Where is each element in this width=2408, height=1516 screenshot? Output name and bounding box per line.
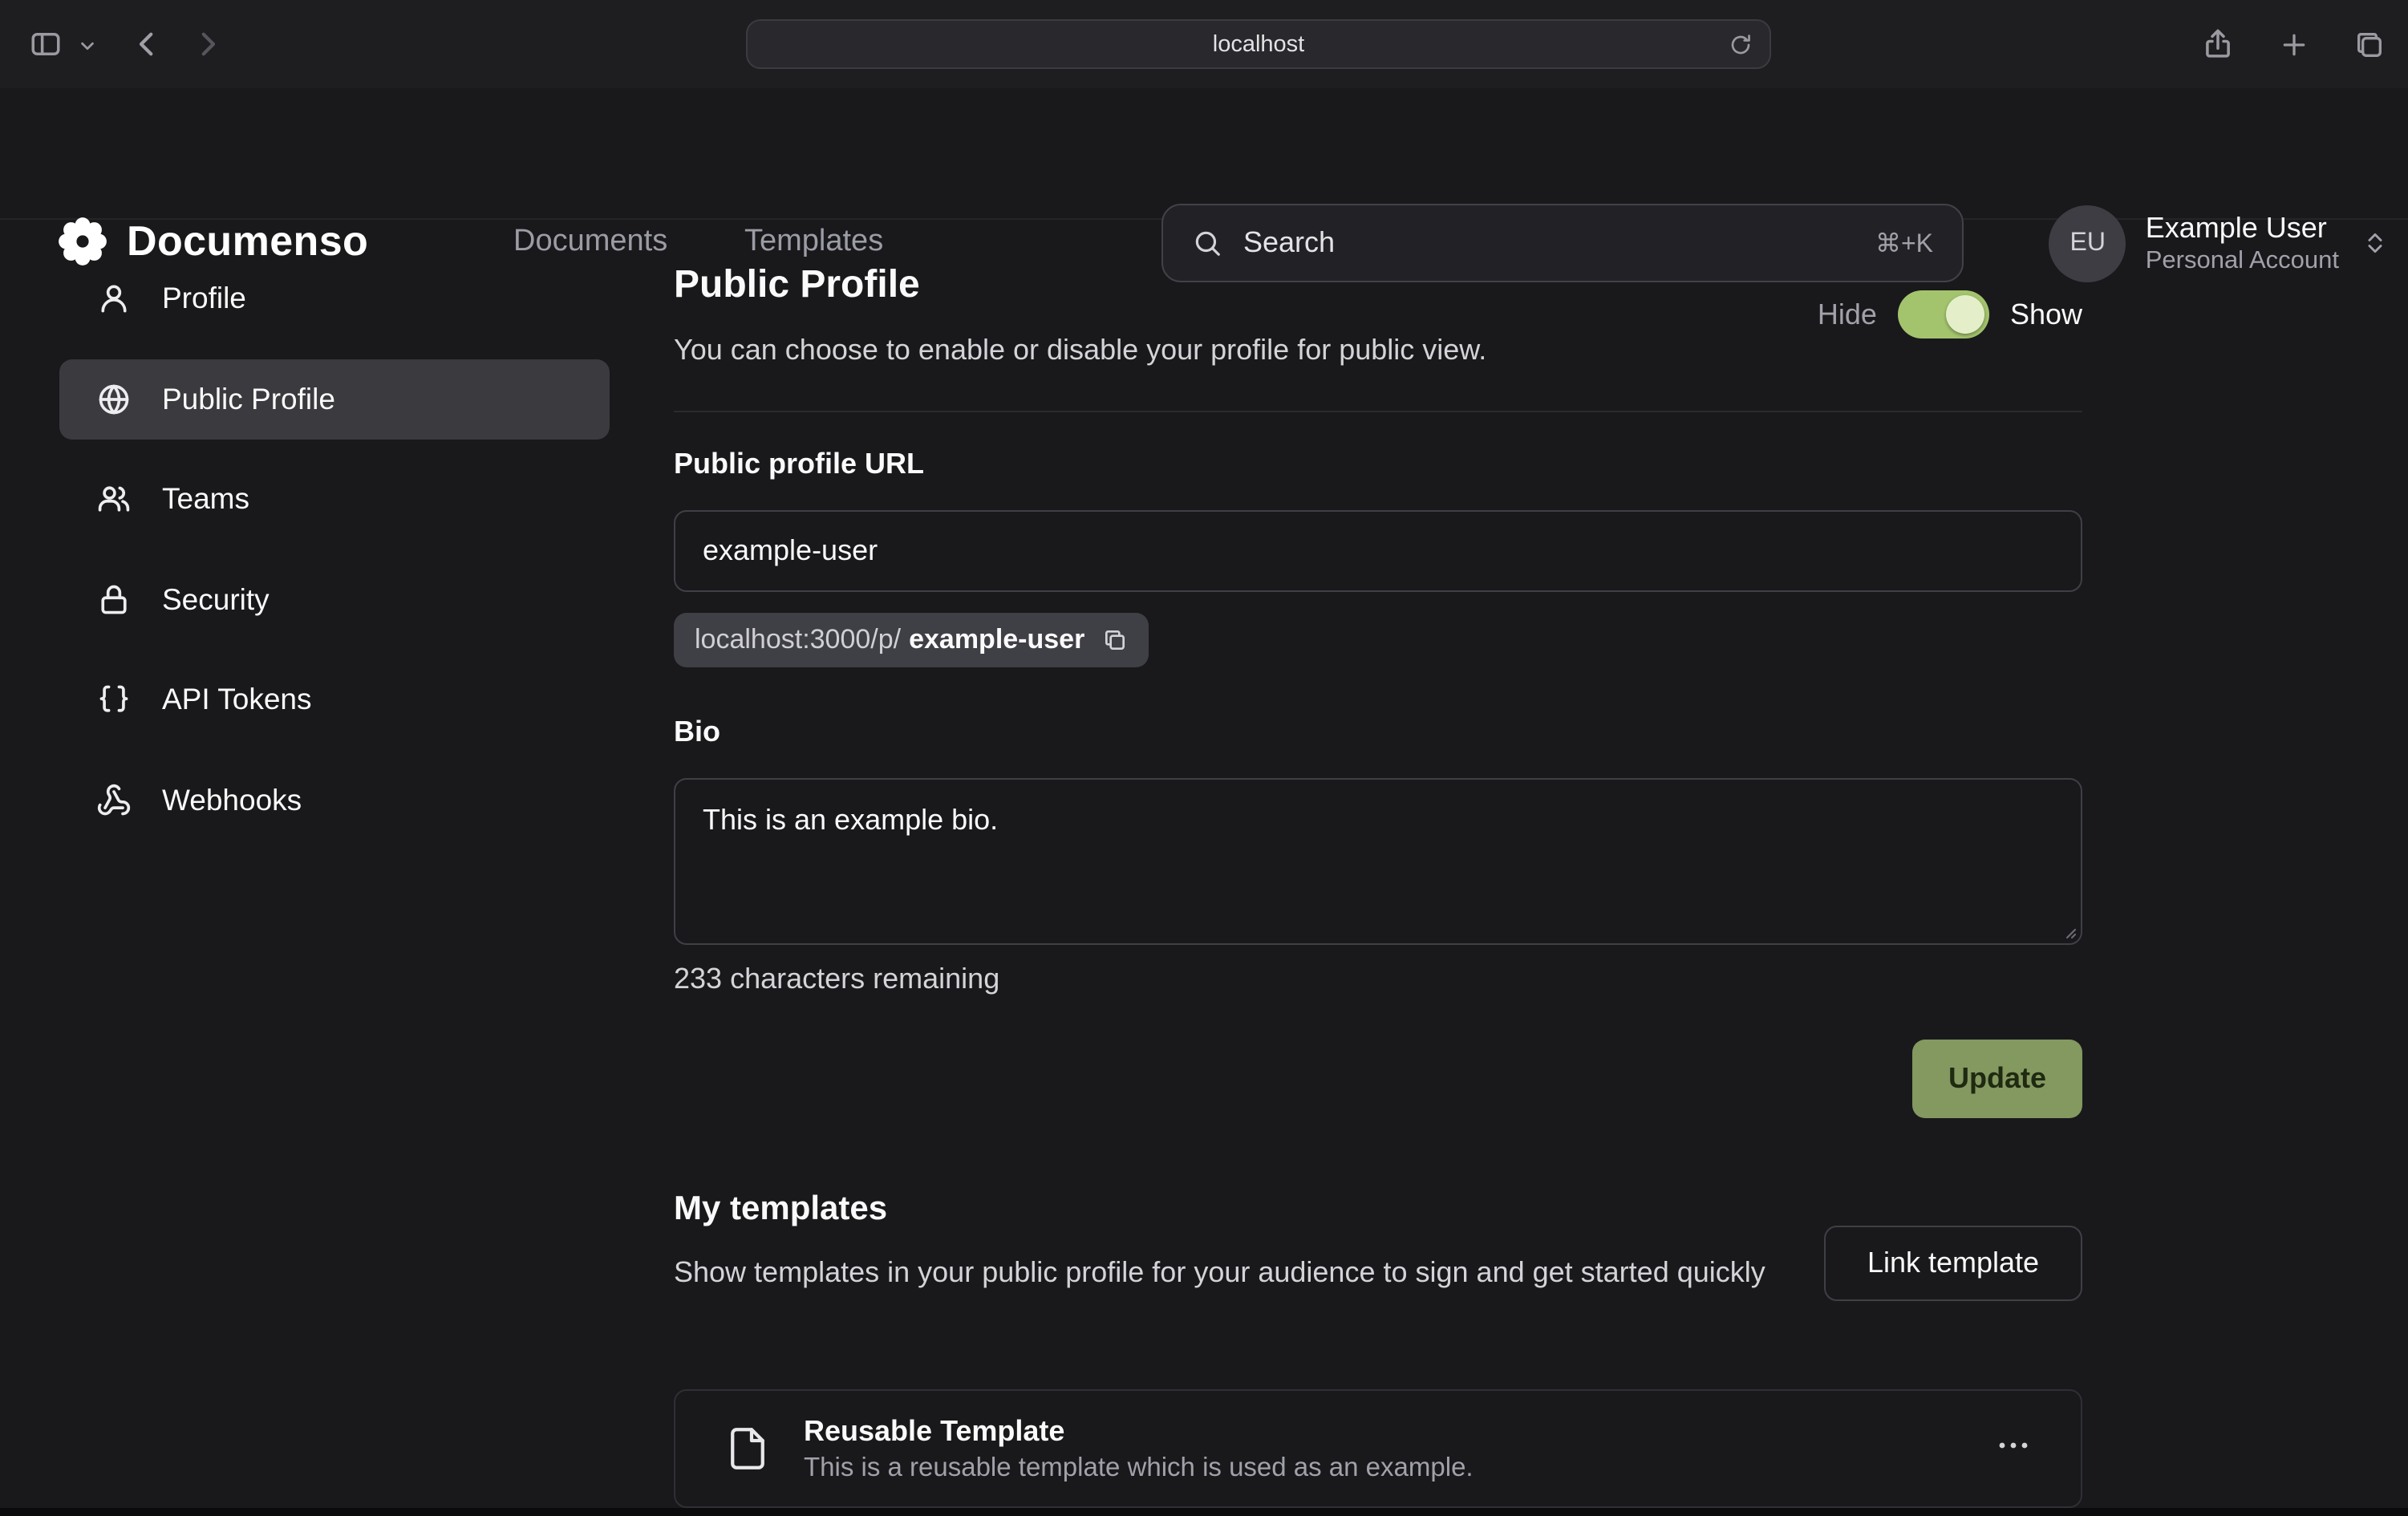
window-bottom-edge bbox=[0, 1508, 2408, 1516]
chevron-down-icon[interactable] bbox=[79, 37, 96, 55]
template-description: This is a reusable template which is use… bbox=[804, 1453, 1474, 1483]
profile-url-preview[interactable]: localhost:3000/p/ example-user bbox=[674, 613, 1149, 667]
visibility-toggle-row: Hide Show bbox=[1818, 290, 2082, 338]
update-button[interactable]: Update bbox=[1912, 1040, 2082, 1118]
bio-field-wrapper: This is an example bio. bbox=[674, 778, 2082, 945]
profile-url-label: Public profile URL bbox=[674, 448, 924, 481]
sidebar-toggle-icon[interactable] bbox=[29, 27, 63, 61]
forward-button-icon[interactable] bbox=[191, 27, 225, 61]
address-bar-url: localhost bbox=[1213, 31, 1304, 57]
my-templates-title: My templates bbox=[674, 1190, 887, 1229]
address-bar[interactable]: localhost bbox=[746, 19, 1771, 69]
toggle-knob bbox=[1946, 295, 1984, 334]
app-header: Documenso Documents Templates Search ⌘+K… bbox=[0, 88, 2408, 220]
show-label: Show bbox=[2010, 298, 2082, 331]
profile-url-prefix: localhost:3000/p/ bbox=[695, 624, 901, 656]
bio-label: Bio bbox=[674, 715, 720, 749]
section-divider bbox=[674, 411, 2082, 412]
my-templates-description: Show templates in your public profile fo… bbox=[674, 1251, 1813, 1295]
ellipsis-menu-icon[interactable] bbox=[1994, 1425, 2033, 1472]
page-title: Public Profile bbox=[674, 263, 920, 308]
file-icon bbox=[724, 1425, 772, 1473]
browser-window: localhost bbox=[0, 0, 2408, 1516]
main-content: Public Profile Hide Show You can choose … bbox=[674, 220, 2082, 1516]
hide-label: Hide bbox=[1818, 298, 1877, 331]
account-name: Example User bbox=[2146, 209, 2339, 245]
browser-toolbar: localhost bbox=[0, 0, 2408, 88]
new-tab-icon[interactable] bbox=[2278, 28, 2310, 60]
bio-textarea[interactable]: This is an example bio. bbox=[674, 778, 2082, 945]
page-subtitle: You can choose to enable or disable your… bbox=[674, 334, 1486, 367]
account-type: Personal Account bbox=[2146, 245, 2339, 277]
back-button-icon[interactable] bbox=[130, 27, 164, 61]
template-card-text: Reusable Template This is a reusable tem… bbox=[804, 1414, 1474, 1483]
sidebar-item-webhooks[interactable]: Webhooks bbox=[59, 760, 610, 840]
nav-documents[interactable]: Documents bbox=[513, 225, 667, 260]
link-template-button[interactable]: Link template bbox=[1824, 1226, 2082, 1301]
browser-toolbar-right bbox=[2201, 0, 2386, 88]
template-card[interactable]: Reusable Template This is a reusable tem… bbox=[674, 1389, 2082, 1508]
share-icon[interactable] bbox=[2201, 27, 2235, 61]
template-name: Reusable Template bbox=[804, 1414, 1474, 1448]
profile-visibility-toggle[interactable] bbox=[1898, 290, 1989, 338]
account-menu[interactable]: EU Example User Personal Account bbox=[2049, 204, 2389, 282]
bio-characters-remaining: 233 characters remaining bbox=[674, 963, 999, 996]
sidebar-item-security[interactable]: Security bbox=[59, 559, 610, 639]
sidebar-item-profile[interactable]: Profile bbox=[59, 258, 610, 338]
sidebar-item-public-profile[interactable]: Public Profile bbox=[59, 359, 610, 439]
settings-sidebar: Profile Public Profile Teams Security AP… bbox=[59, 258, 610, 860]
resize-grip-icon[interactable] bbox=[2058, 921, 2078, 940]
copy-icon[interactable] bbox=[1102, 627, 1128, 653]
sidebar-item-api-tokens[interactable]: API Tokens bbox=[59, 659, 610, 740]
reload-icon[interactable] bbox=[1728, 32, 1753, 58]
sidebar-item-teams[interactable]: Teams bbox=[59, 459, 610, 539]
tab-overview-icon[interactable] bbox=[2353, 28, 2386, 60]
profile-url-slug: example-user bbox=[909, 624, 1084, 656]
profile-url-input[interactable] bbox=[674, 510, 2082, 592]
chevrons-up-down-icon bbox=[2361, 229, 2389, 257]
